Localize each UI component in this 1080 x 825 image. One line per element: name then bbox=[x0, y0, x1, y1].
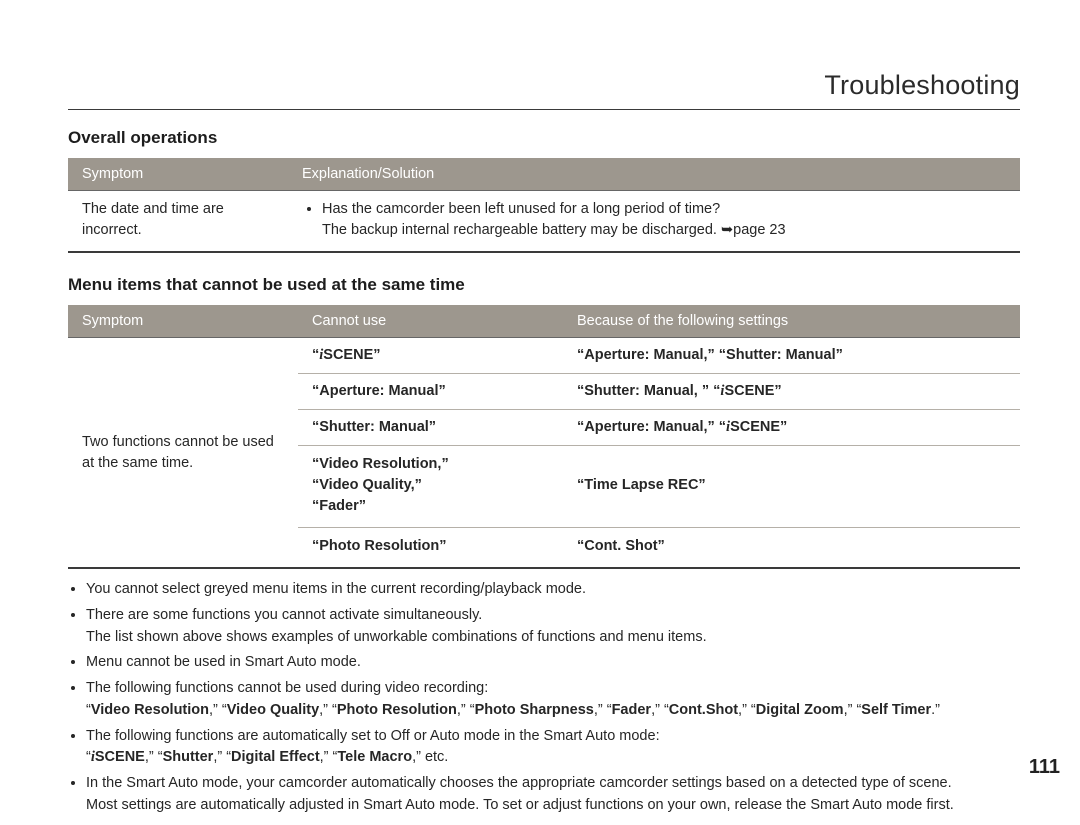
col-symptom-2: Symptom bbox=[68, 305, 298, 338]
cell-cannot-0: “iSCENE” bbox=[298, 338, 563, 374]
manual-page: Troubleshooting Overall operations Sympt… bbox=[0, 0, 1080, 825]
cell-cannot-3: “Video Resolution,” “Video Quality,” “Fa… bbox=[298, 446, 563, 528]
col-symptom: Symptom bbox=[68, 158, 288, 191]
cell-cannot-1: “Aperture: Manual” bbox=[298, 374, 563, 410]
cell-because-0: “Aperture: Manual,” “Shutter: Manual” bbox=[563, 338, 1020, 374]
table-overall: Symptom Explanation/Solution The date an… bbox=[68, 158, 1020, 253]
note-1: You cannot select greyed menu items in t… bbox=[86, 579, 1020, 601]
cell-because-3: “Time Lapse REC” bbox=[563, 446, 1020, 528]
cell-symptom: The date and time are incorrect. bbox=[68, 191, 288, 253]
cell-because-2: “Aperture: Manual,” “iSCENE” bbox=[563, 410, 1020, 446]
explanation-bullet: Has the camcorder been left unused for a… bbox=[322, 199, 1006, 220]
cell-symptom-span: Two functions cannot be used at the same… bbox=[68, 338, 298, 569]
section-heading-menu: Menu items that cannot be used at the sa… bbox=[68, 275, 1020, 295]
note-3: Menu cannot be used in Smart Auto mode. bbox=[86, 652, 1020, 674]
notes-list: You cannot select greyed menu items in t… bbox=[86, 579, 1020, 817]
col-cannot-use: Cannot use bbox=[298, 305, 563, 338]
page-title: Troubleshooting bbox=[68, 70, 1020, 101]
page-number: 111 bbox=[1029, 756, 1060, 779]
header-rule bbox=[68, 109, 1020, 110]
section-heading-overall: Overall operations bbox=[68, 128, 1020, 148]
note-6: In the Smart Auto mode, your camcorder a… bbox=[86, 773, 1020, 817]
table-menu-conflicts: Symptom Cannot use Because of the follow… bbox=[68, 305, 1020, 569]
cell-explanation: Has the camcorder been left unused for a… bbox=[288, 191, 1020, 253]
arrow-icon: ➥ bbox=[721, 222, 733, 238]
cell-because-4: “Cont. Shot” bbox=[563, 528, 1020, 569]
cell-because-1: “Shutter: Manual, ” “iSCENE” bbox=[563, 374, 1020, 410]
cell-cannot-2: “Shutter: Manual” bbox=[298, 410, 563, 446]
note-4: The following functions cannot be used d… bbox=[86, 678, 1020, 722]
explanation-sub-a: The backup internal rechargeable battery… bbox=[322, 222, 721, 238]
cell-cannot-4: “Photo Resolution” bbox=[298, 528, 563, 569]
col-because: Because of the following settings bbox=[563, 305, 1020, 338]
explanation-sub-b: page 23 bbox=[733, 222, 785, 238]
note-2: There are some functions you cannot acti… bbox=[86, 605, 1020, 649]
col-explanation: Explanation/Solution bbox=[288, 158, 1020, 191]
note-5: The following functions are automaticall… bbox=[86, 726, 1020, 770]
